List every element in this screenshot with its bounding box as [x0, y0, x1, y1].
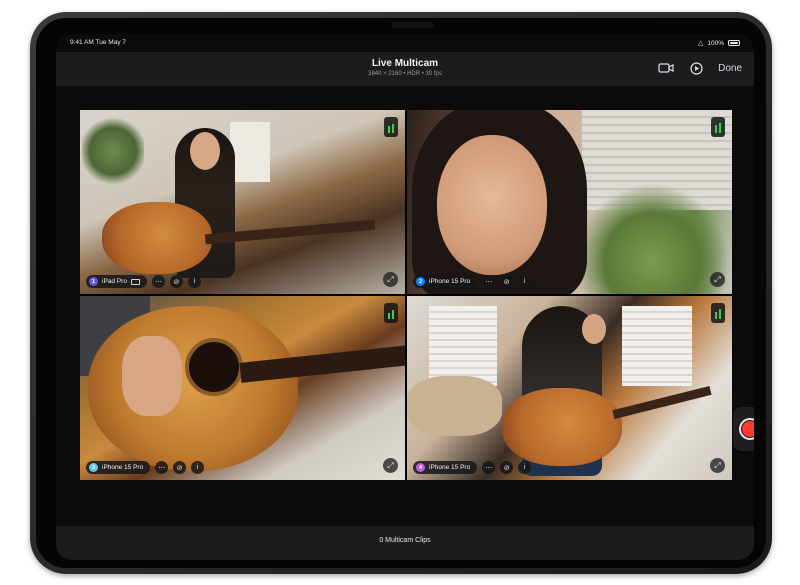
audio-level-icon	[384, 117, 398, 137]
info-icon[interactable]: i	[191, 461, 205, 474]
camera-selector[interactable]: 2 iPhone 15 Pro	[413, 275, 478, 288]
info-icon[interactable]: i	[518, 275, 532, 288]
status-bar: 9:41 AM Tue May 7 △ 100%	[56, 34, 754, 52]
cushion-shape	[407, 376, 502, 436]
camera-feed-1[interactable]: ⤢ 1 iPad Pro ⋯ ⊘ i	[80, 110, 405, 294]
more-options-icon[interactable]: ⋯	[482, 461, 496, 474]
mic-mute-icon[interactable]: ⊘	[500, 275, 514, 288]
done-button[interactable]: Done	[718, 63, 742, 74]
camera-controls: 4 iPhone 15 Pro ⋯ ⊘ i	[413, 461, 532, 474]
camera-selector[interactable]: 1 iPad Pro	[86, 275, 147, 288]
battery-percent: 100%	[707, 39, 724, 47]
camera-number-badge: 3	[89, 463, 98, 472]
info-icon[interactable]: i	[518, 461, 532, 474]
face-shape	[437, 135, 547, 275]
camera-number-badge: 1	[89, 277, 98, 286]
plant-shape	[82, 116, 144, 186]
camera-selector[interactable]: 3 iPhone 15 Pro	[86, 461, 151, 474]
window-shape	[230, 122, 270, 182]
camera-connect-icon[interactable]	[658, 60, 674, 76]
record-panel	[733, 407, 754, 451]
camera-number-badge: 2	[416, 277, 425, 286]
status-time: 9:41 AM Tue May 7	[70, 39, 127, 46]
top-toolbar: Live Multicam 3840 × 2160 • HDR • 30 fps…	[56, 52, 754, 86]
camera-feed-2[interactable]: ⤢ 2 iPhone 15 Pro ⋯ ⊘ i	[407, 110, 732, 294]
expand-icon[interactable]: ⤢	[710, 272, 725, 287]
expand-icon[interactable]: ⤢	[710, 458, 725, 473]
camera-name: iPhone 15 Pro	[102, 464, 144, 471]
more-options-icon[interactable]: ⋯	[482, 275, 496, 288]
camera-name: iPad Pro	[102, 278, 127, 285]
ipad-device-frame: 9:41 AM Tue May 7 △ 100% Live Multicam 3…	[30, 12, 772, 574]
playback-icon[interactable]	[688, 60, 704, 76]
soundhole-shape	[185, 338, 243, 396]
expand-icon[interactable]: ⤢	[383, 458, 398, 473]
mic-mute-icon[interactable]: ⊘	[169, 275, 183, 288]
camera-selector[interactable]: 4 iPhone 15 Pro	[413, 461, 478, 474]
app-screen: 9:41 AM Tue May 7 △ 100% Live Multicam 3…	[56, 34, 754, 560]
status-right: △ 100%	[698, 39, 740, 47]
front-camera	[392, 22, 434, 28]
record-button[interactable]	[739, 418, 754, 440]
mic-mute-icon[interactable]: ⊘	[173, 461, 187, 474]
mic-mute-icon[interactable]: ⊘	[500, 461, 514, 474]
toolbar-actions: Done	[658, 60, 742, 76]
battery-icon	[728, 40, 740, 46]
audio-level-icon	[384, 303, 398, 323]
guitar-body-shape	[102, 202, 212, 274]
window-shape	[429, 306, 497, 386]
camera-controls: 2 iPhone 15 Pro ⋯ ⊘ i	[413, 275, 532, 288]
clips-bar: 0 Multicam Clips	[56, 526, 754, 560]
window-shape	[622, 306, 692, 386]
ipad-bezel: 9:41 AM Tue May 7 △ 100% Live Multicam 3…	[36, 18, 766, 568]
wifi-icon: △	[697, 40, 704, 47]
title-block: Live Multicam 3840 × 2160 • HDR • 30 fps	[56, 58, 754, 77]
hand-shape	[122, 336, 182, 416]
face-shape	[190, 132, 220, 170]
page-subtitle: 3840 × 2160 • HDR • 30 fps	[368, 71, 442, 77]
camera-name: iPhone 15 Pro	[429, 464, 471, 471]
expand-icon[interactable]: ⤢	[383, 272, 398, 287]
camera-feed-4[interactable]: ⤢ 4 iPhone 15 Pro ⋯ ⊘ i	[407, 296, 732, 480]
camera-name: iPhone 15 Pro	[429, 278, 471, 285]
multicam-grid: ⤢ 1 iPad Pro ⋯ ⊘ i ⤢ 2 iPhone 15 Pro ⋯ ⊘…	[80, 110, 732, 480]
clips-count-label: 0 Multicam Clips	[379, 537, 431, 544]
more-options-icon[interactable]: ⋯	[151, 275, 165, 288]
guitar-body-shape	[502, 388, 622, 466]
guitar-neck-shape	[612, 386, 712, 419]
camera-number-badge: 4	[416, 463, 425, 472]
guitar-body-shape	[88, 306, 298, 471]
audio-level-icon	[711, 117, 725, 137]
audio-level-icon	[711, 303, 725, 323]
page-title: Live Multicam	[371, 58, 439, 69]
device-icon	[130, 278, 140, 285]
plant-shape	[577, 185, 727, 294]
more-options-icon[interactable]: ⋯	[155, 461, 169, 474]
record-icon	[742, 421, 754, 437]
info-icon[interactable]: i	[187, 275, 201, 288]
face-shape	[582, 314, 606, 344]
camera-controls: 1 iPad Pro ⋯ ⊘ i	[86, 275, 201, 288]
camera-controls: 3 iPhone 15 Pro ⋯ ⊘ i	[86, 461, 205, 474]
camera-feed-3[interactable]: ⤢ 3 iPhone 15 Pro ⋯ ⊘ i	[80, 296, 405, 480]
